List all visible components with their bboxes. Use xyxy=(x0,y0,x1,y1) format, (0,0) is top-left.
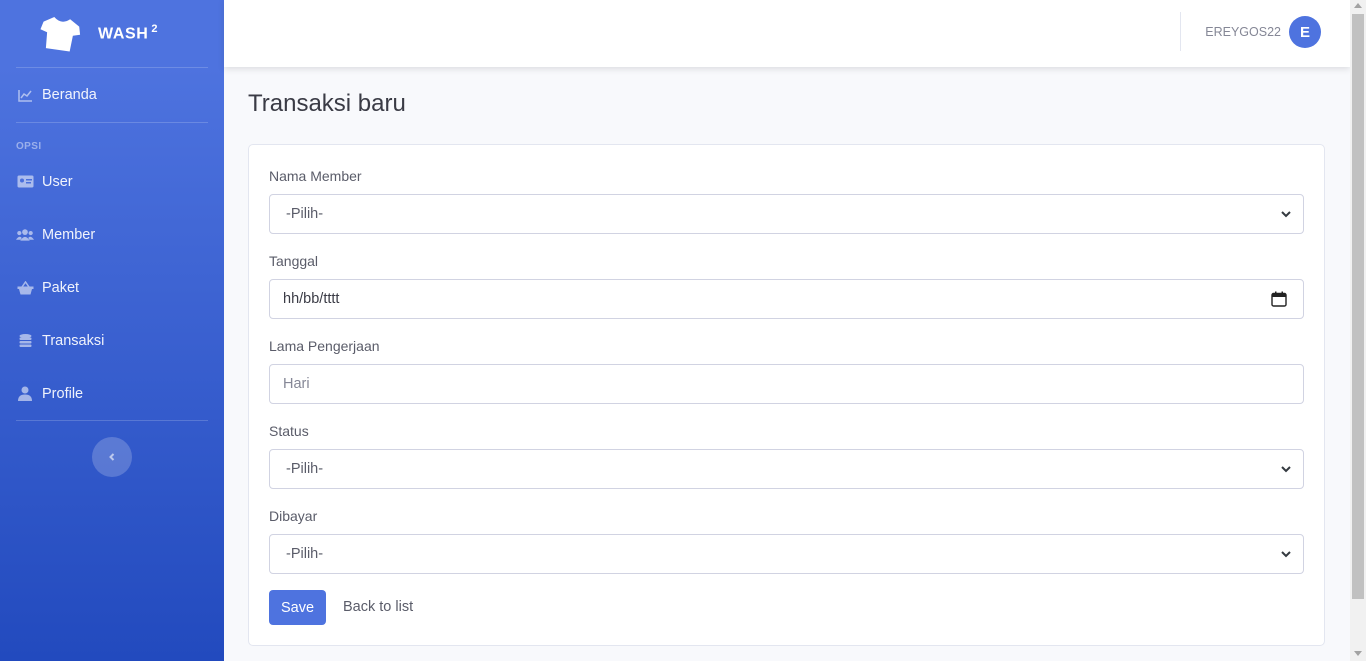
tanggal-label: Tanggal xyxy=(269,253,319,269)
basket-icon xyxy=(16,280,34,296)
sidebar-toggle-button[interactable] xyxy=(92,437,132,477)
sidebar-heading: OPSI xyxy=(16,141,42,152)
sidebar: WASH 2 Beranda OPSI User Member Paket Tra… xyxy=(0,0,224,661)
topbar-divider xyxy=(1180,12,1181,51)
sidebar-item-label: Member xyxy=(42,226,96,243)
sidebar-item-paket[interactable]: Paket xyxy=(0,261,224,314)
lama-pengerjaan-placeholder: Hari xyxy=(283,376,310,392)
dibayar-value: -Pilih- xyxy=(286,546,324,562)
dibayar-select[interactable]: -Pilih- xyxy=(269,534,1304,574)
sidebar-divider xyxy=(16,420,208,421)
brand[interactable]: WASH 2 xyxy=(0,0,224,67)
nama-member-label: Nama Member xyxy=(269,168,362,184)
sidebar-item-label: Profile xyxy=(42,385,84,402)
nama-member-value: -Pilih- xyxy=(286,206,324,222)
coins-icon xyxy=(16,333,34,349)
sidebar-item-member[interactable]: Member xyxy=(0,208,224,261)
page-title: Transaksi baru xyxy=(248,90,406,117)
status-select[interactable]: -Pilih- xyxy=(269,449,1304,489)
lama-pengerjaan-input[interactable]: Hari xyxy=(269,364,1304,404)
sidebar-item-beranda[interactable]: Beranda xyxy=(0,68,224,122)
lama-pengerjaan-label: Lama Pengerjaan xyxy=(269,338,380,354)
chevron-down-icon xyxy=(1281,211,1291,218)
scroll-up-arrow-icon[interactable] xyxy=(1354,3,1362,8)
sidebar-item-label: User xyxy=(42,173,73,190)
sidebar-item-user[interactable]: User xyxy=(0,155,224,208)
scroll-down-arrow-icon[interactable] xyxy=(1354,651,1362,656)
calendar-icon[interactable] xyxy=(1271,291,1287,307)
scrollbar-thumb[interactable] xyxy=(1352,14,1364,599)
tshirt-icon xyxy=(40,16,81,52)
tanggal-date-input[interactable]: hh/bb/tttt xyxy=(269,279,1304,319)
topbar: EREYGOS22 E xyxy=(224,0,1350,67)
scrollbar[interactable] xyxy=(1350,0,1366,661)
status-value: -Pilih- xyxy=(286,461,324,477)
sidebar-item-profile[interactable]: Profile xyxy=(0,367,224,420)
sidebar-item-label: Transaksi xyxy=(42,332,105,349)
tanggal-value: hh/bb/tttt xyxy=(283,291,340,307)
brand-name: WASH 2 xyxy=(98,23,159,43)
chevron-down-icon xyxy=(1281,551,1291,558)
users-icon xyxy=(16,227,34,243)
chevron-down-icon xyxy=(1281,466,1291,473)
nama-member-select[interactable]: -Pilih- xyxy=(269,194,1304,234)
user-icon xyxy=(16,386,34,402)
id-card-icon xyxy=(16,174,34,190)
save-button[interactable]: Save xyxy=(269,590,326,625)
sidebar-item-label: Paket xyxy=(42,279,80,296)
sidebar-item-label: Beranda xyxy=(42,87,97,103)
chevron-left-icon xyxy=(109,453,115,461)
back-to-list-link[interactable]: Back to list xyxy=(343,599,413,615)
chart-line-icon xyxy=(16,87,34,103)
username[interactable]: EREYGOS22 xyxy=(1205,25,1281,39)
transaction-form-card: Nama Member -Pilih- Tanggal hh/bb/tttt L… xyxy=(248,144,1325,646)
sidebar-item-transaksi[interactable]: Transaksi xyxy=(0,314,224,367)
dibayar-label: Dibayar xyxy=(269,508,318,524)
avatar[interactable]: E xyxy=(1289,16,1321,48)
status-label: Status xyxy=(269,423,309,439)
